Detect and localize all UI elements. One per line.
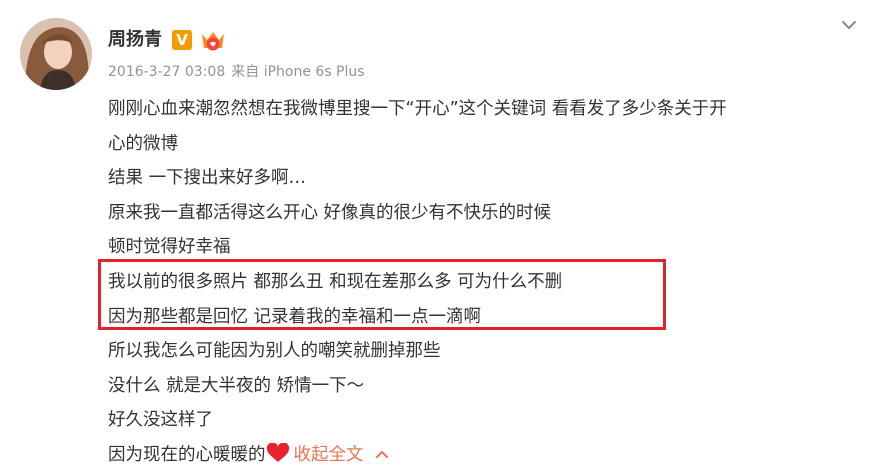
verified-badge: V [172, 30, 192, 50]
highlight-box [98, 259, 666, 330]
post-line: 原来我一直都活得这么开心 好像真的很少有不快乐的时候 [108, 202, 552, 223]
post-line-last-text: 因为现在的心暖暖的 [108, 444, 266, 465]
vip-crown-icon [198, 26, 228, 54]
post-meta: 2016-3-27 03:08 来自 iPhone 6s Plus [108, 62, 365, 82]
post-line: 没什么 就是大半夜的 矫情一下～ [108, 375, 365, 396]
post-line: 心的微博 [108, 133, 178, 154]
collapse-full-text-link[interactable]: 收起全文 [294, 445, 364, 465]
post-timestamp[interactable]: 2016-3-27 03:08 [108, 62, 225, 82]
chevron-down-icon[interactable] [840, 16, 858, 34]
post-line: 结果 一下搜出来好多啊… [108, 168, 307, 189]
post-header: 周扬青 V [108, 26, 228, 54]
post-line: 刚刚心血来潮忽然想在我微博里搜一下“开心”这个关键词 看看发了多少条关于开 [108, 99, 727, 119]
heart-icon [266, 441, 290, 462]
post-source: 来自 iPhone 6s Plus [231, 64, 365, 80]
post-line: 好久没这样了 [108, 410, 213, 431]
avatar[interactable] [20, 18, 92, 90]
author-name[interactable]: 周扬青 [108, 26, 162, 54]
post-line: 所以我怎么可能因为别人的嘲笑就删掉那些 [108, 341, 441, 362]
post-line-last: 因为现在的心暖暖的 收起全文 [108, 438, 860, 473]
chevron-up-icon[interactable] [374, 438, 390, 458]
